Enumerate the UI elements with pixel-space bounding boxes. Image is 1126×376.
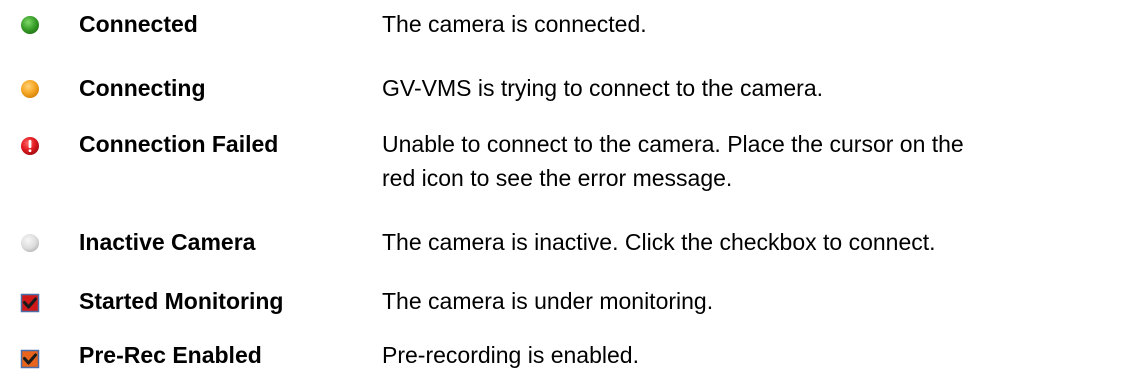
status-label: Connecting [79, 75, 206, 101]
description-line: The camera is under monitoring. [382, 288, 714, 314]
checkbox-red-check-icon [20, 293, 40, 313]
status-label: Connected [79, 11, 198, 37]
status-legend: Connected The camera is connected. Conne… [0, 0, 1126, 376]
checkbox-orange-check-icon [20, 349, 40, 369]
status-description: The camera is inactive. Click the checkb… [382, 225, 1122, 259]
status-description: The camera is under monitoring. [382, 284, 1122, 318]
description-line: Pre-recording is enabled. [382, 342, 639, 368]
status-label: Inactive Camera [79, 229, 256, 255]
status-description: GV-VMS is trying to connect to the camer… [382, 71, 1122, 105]
description-line: The camera is connected. [382, 11, 647, 37]
description-line: The camera is inactive. Click the checkb… [382, 229, 936, 255]
status-description: Unable to connect to the camera. Place t… [382, 127, 1122, 195]
green-dot-icon [20, 15, 40, 35]
red-error-icon [20, 136, 40, 156]
status-description: Pre-recording is enabled. [382, 338, 1122, 372]
description-line: GV-VMS is trying to connect to the camer… [382, 75, 824, 101]
description-line: red icon to see the error message. [382, 165, 733, 191]
orange-dot-icon [20, 79, 40, 99]
description-line: Unable to connect to the camera. Place t… [382, 131, 964, 157]
status-label: Pre-Rec Enabled [79, 342, 262, 368]
status-description: The camera is connected. [382, 7, 1122, 41]
gray-dot-icon [20, 233, 40, 253]
status-label: Started Monitoring [79, 288, 284, 314]
status-label: Connection Failed [79, 131, 279, 157]
